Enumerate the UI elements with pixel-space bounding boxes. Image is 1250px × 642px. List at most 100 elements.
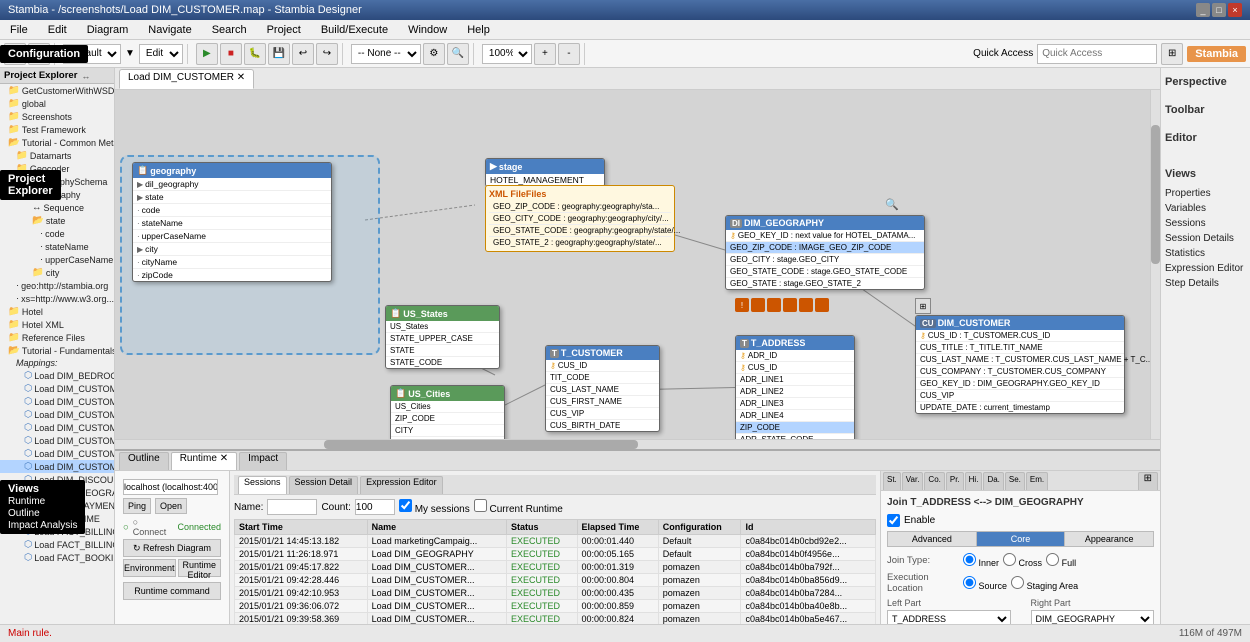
grid-icon-canvas[interactable]: ⊞ (915, 298, 931, 314)
dim-customer-node[interactable]: CU DIM_CUSTOMER ⚷ CUS_ID : T_CUSTOMER.CU… (915, 315, 1125, 414)
menu-search[interactable]: Search (206, 22, 253, 38)
source-radio-label[interactable]: Source (963, 576, 1007, 591)
toolbar-undo[interactable]: ↩ (292, 43, 314, 65)
toolbar-save[interactable]: 💾 (268, 43, 290, 65)
tree-item-testfw[interactable]: 📁Test Framework (0, 123, 114, 136)
tab-sessions[interactable]: Sessions (238, 476, 287, 494)
tab-pr[interactable]: Pr. (946, 472, 964, 490)
name-input[interactable] (267, 499, 317, 515)
toolbar-run[interactable]: ▶ (196, 43, 218, 65)
runtime-editor-button[interactable]: Runtime Editor (178, 559, 221, 577)
tree-item-geo-uri[interactable]: ·geo:http://stambia.org (0, 279, 114, 292)
menu-project[interactable]: Project (261, 22, 307, 38)
tab-advanced[interactable]: Advanced (888, 532, 977, 546)
session-row-3[interactable]: 2015/01/21 09:42:28.446Load DIM_CUSTOMER… (235, 574, 876, 587)
dim-geography-node[interactable]: DI DIM_GEOGRAPHY ⚷ GEO_KEY_ID : next val… (725, 215, 925, 290)
tree-item-reffiles[interactable]: 📁Reference Files (0, 331, 114, 344)
tab-expand[interactable]: ⊞ (1138, 472, 1158, 490)
geography-node[interactable]: 📋 geography ▶ dil_geography ▶ state · co… (132, 162, 332, 282)
tree-item-sequence[interactable]: ↔Sequence (0, 201, 114, 214)
t-address-node[interactable]: T T_ADDRESS ⚷ ADR_ID ⚷ CUS_ID ADR_LINE1 … (735, 335, 855, 449)
tree-item-hotel[interactable]: 📁Hotel (0, 305, 114, 318)
tab-st[interactable]: St. (883, 472, 901, 490)
toolbar-debug[interactable]: 🐛 (244, 43, 266, 65)
tree-item-tutorial-cm[interactable]: 📂Tutorial - Common Metadata (0, 136, 114, 149)
tree-item-load-dimcustomer[interactable]: ⬡Load DIM_CUSTOMER (0, 460, 114, 473)
toolbar-back[interactable]: ◁ (4, 43, 26, 65)
view-sessions[interactable]: Sessions (1165, 216, 1246, 231)
tab-session-detail[interactable]: Session Detail (289, 476, 359, 494)
tree-item-statename[interactable]: ·stateName (0, 240, 114, 253)
current-runtime-checkbox[interactable] (474, 499, 487, 512)
tree-item-load-billing[interactable]: ⬡Load FACT_BILLING (0, 525, 114, 538)
tree-item-hotel-xml[interactable]: 📁Hotel XML (0, 318, 114, 331)
menu-help[interactable]: Help (461, 22, 496, 38)
toolbar-zoom-out[interactable]: - (558, 43, 580, 65)
tree-item-getwsdl[interactable]: 📁GetCustomerWithWSDL (0, 84, 114, 97)
full-radio[interactable] (1046, 553, 1059, 566)
xml-node[interactable]: XML FileFiles GEO_ZIP_CODE : geography:g… (485, 185, 675, 252)
bottom-tab-outline[interactable]: Outline (119, 452, 169, 470)
window-controls[interactable]: _ □ × (1196, 3, 1242, 17)
maximize-button[interactable]: □ (1212, 3, 1226, 17)
canvas-icon-2[interactable] (751, 298, 765, 312)
staging-radio[interactable] (1011, 576, 1024, 589)
session-row-6[interactable]: 2015/01/21 09:39:58.369Load DIM_CUSTOMER… (235, 613, 876, 625)
tab-expression-editor[interactable]: Expression Editor (360, 476, 443, 494)
enable-checkbox[interactable] (887, 514, 900, 527)
tree-item-uppercasename[interactable]: ·upperCaseName (0, 253, 114, 266)
view-step-details[interactable]: Step Details (1165, 276, 1246, 291)
menu-diagram[interactable]: Diagram (81, 22, 135, 38)
bottom-tab-impact[interactable]: Impact (239, 452, 287, 470)
inner-radio[interactable] (963, 553, 976, 566)
full-radio-label[interactable]: Full (1046, 553, 1076, 568)
tree-item-global[interactable]: 📁global (0, 97, 114, 110)
canvas-area[interactable]: 📋 geography ▶ dil_geography ▶ state · co… (115, 90, 1160, 449)
session-row-2[interactable]: 2015/01/21 09:45:17.822Load DIM_CUSTOMER… (235, 561, 876, 574)
right-part-select[interactable]: DIM_GEOGRAPHY (1031, 610, 1155, 624)
tab-var[interactable]: Var. (902, 472, 924, 490)
tree-item-load-bedroom[interactable]: ⬡Load DIM_BEDROOM (0, 369, 114, 382)
my-sessions-checkbox[interactable] (399, 499, 412, 512)
tab-core[interactable]: Core (977, 532, 1066, 546)
tab-hi[interactable]: Hi. (965, 472, 983, 490)
my-sessions-label[interactable]: My sessions (399, 499, 470, 515)
view-statistics[interactable]: Statistics (1165, 246, 1246, 261)
toolbar-zoom-in[interactable]: + (534, 43, 556, 65)
tree-item-load-booking[interactable]: ⬡Load FACT_BOOKING (0, 551, 114, 564)
view-variables[interactable]: Variables (1165, 201, 1246, 216)
tree-item-load-geography[interactable]: ⬡Load DIM_GEOGRAPHY (0, 486, 114, 499)
tree-item-city[interactable]: 📁city (0, 266, 114, 279)
view-session-details[interactable]: Session Details (1165, 231, 1246, 246)
menu-file[interactable]: File (4, 22, 34, 38)
t-customer-node[interactable]: T T_CUSTOMER ⚷ CUS_ID TIT_CODE CUS_LAST_… (545, 345, 660, 432)
tree-item-load-discount[interactable]: ⬡Load DIM_DISCOUNT (0, 473, 114, 486)
toolbar-layout[interactable]: ⊞ (1161, 43, 1183, 65)
search-icon-canvas[interactable]: 🔍 (885, 198, 899, 211)
tree-item-state[interactable]: 📂state (0, 214, 114, 227)
tree-item-load-cusvip-12[interactable]: ⬡Load DIM_CUSTOMER.CUS_VIP - method 1.2 (0, 395, 114, 408)
canvas-icon-6[interactable] (815, 298, 829, 312)
refresh-button[interactable]: ↻ Refresh Diagram (123, 539, 221, 557)
bottom-tab-runtime[interactable]: Runtime ✕ (171, 452, 237, 470)
toolbar-default-select[interactable]: Default (63, 44, 121, 64)
tree-item-load-time[interactable]: ⬡Load DIM_TIME (0, 512, 114, 525)
tree-item-screenshots[interactable]: 📁Screenshots (0, 110, 114, 123)
editor-tab-dimcustomer[interactable]: Load DIM_CUSTOMER ✕ (119, 69, 254, 89)
session-row-4[interactable]: 2015/01/21 09:42:10.953Load DIM_CUSTOMER… (235, 587, 876, 600)
cross-radio[interactable] (1003, 553, 1016, 566)
tab-da[interactable]: Da. (983, 472, 1003, 490)
runtime-server-input[interactable] (123, 479, 218, 495)
tree-item-geoschema[interactable]: 📂GeographySchema (0, 175, 114, 188)
menu-navigate[interactable]: Navigate (142, 22, 197, 38)
cross-radio-label[interactable]: Cross (1003, 553, 1042, 568)
tab-se[interactable]: Se. (1005, 472, 1025, 490)
toolbar-zoom-select[interactable]: 100% (482, 44, 532, 64)
tree-item-code[interactable]: ·code (0, 227, 114, 240)
toolbar-none-select[interactable]: -- None -- (351, 44, 421, 64)
toolbar-redo[interactable]: ↪ (316, 43, 338, 65)
inner-radio-label[interactable]: Inner (963, 553, 999, 568)
tree-item-load-cusvip-4[interactable]: ⬡Load DIM_CUSTOMER.CUS_VIP - method 4 (f… (0, 447, 114, 460)
left-part-select[interactable]: T_ADDRESS (887, 610, 1011, 624)
toolbar-filter[interactable]: 🔍 (447, 43, 469, 65)
